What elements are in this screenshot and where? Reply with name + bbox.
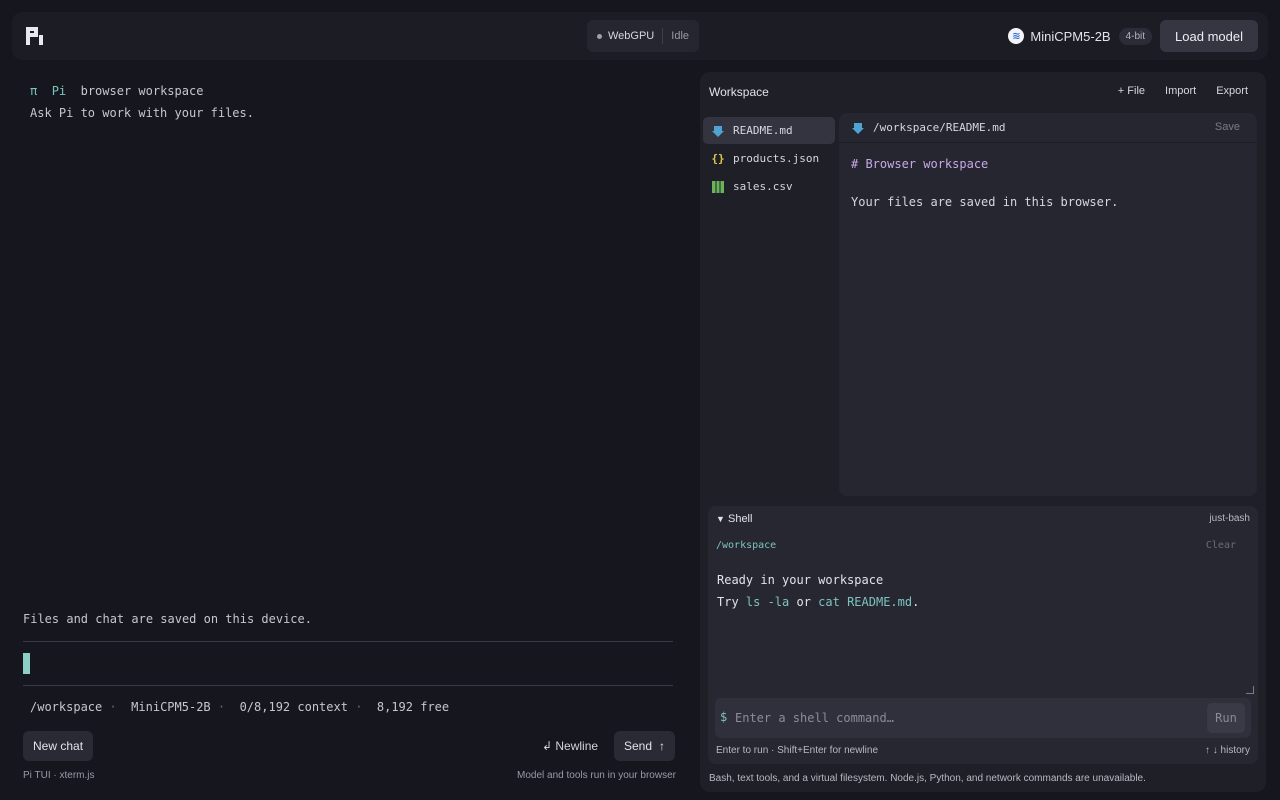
arrow-up-icon: ↑ (659, 739, 666, 753)
file-editor: /workspace/README.md Save # Browser work… (839, 113, 1257, 496)
workspace-title: Workspace (709, 85, 769, 99)
import-button[interactable]: Import (1165, 85, 1196, 97)
top-bar: WebGPU Idle ≋ MiniCPM5-2B 4-bit Load mod… (12, 12, 1268, 60)
send-label: Send (624, 739, 653, 753)
clear-button[interactable]: Clear (1206, 540, 1236, 551)
divider (23, 641, 673, 642)
triangle-down-icon: ▼ (716, 514, 725, 524)
terminal-intro: Ask Pi to work with your files. (30, 106, 254, 120)
runtime-status: WebGPU Idle (587, 20, 700, 52)
status-free: 8,192 free (376, 700, 450, 714)
shell-panel: ▼ Shell just-bash /workspace Clear Ready… (708, 506, 1258, 764)
markdown-icon (851, 121, 865, 135)
status-cwd: /workspace (30, 700, 103, 714)
status-dot-icon (597, 33, 602, 39)
pi-symbol: π (30, 84, 38, 98)
run-button[interactable]: Run (1207, 703, 1245, 733)
table-icon (711, 180, 725, 194)
shell-hint: Enter to run · Shift+Enter for newline (716, 745, 879, 756)
divider (23, 685, 673, 686)
save-button[interactable]: Save (1215, 121, 1240, 133)
terminal-status-line: /workspace · MiniCPM5-2B · 0/8,192 conte… (30, 700, 450, 714)
shell-command-input[interactable] (735, 706, 1205, 730)
shell-toggle[interactable]: ▼ Shell (716, 513, 752, 525)
shell-cwd: /workspace (716, 540, 777, 551)
saved-note: Files and chat are saved on this device. (23, 612, 312, 626)
banner-subtitle: browser workspace (80, 84, 204, 98)
quantization-badge: 4-bit (1118, 27, 1153, 45)
file-item-readme[interactable]: README.md (703, 117, 835, 144)
footer-tech: Pi TUI · xterm.js (23, 770, 95, 781)
status-context: 0/8,192 context (239, 700, 348, 714)
json-icon: {} (711, 152, 725, 165)
resize-handle[interactable] (1246, 686, 1254, 694)
history-hint: ↑ ↓ history (1204, 745, 1250, 756)
add-file-button[interactable]: + File (1118, 85, 1145, 97)
workspace-panel: Workspace + File Import Export README.md… (700, 72, 1266, 792)
file-item-products[interactable]: {} products.json (703, 145, 835, 172)
file-name: README.md (733, 124, 793, 137)
model-area: ≋ MiniCPM5-2B 4-bit Load model (1008, 20, 1258, 52)
prompt-symbol: $ (720, 710, 728, 724)
terminal-cursor[interactable] (23, 653, 30, 674)
file-name: sales.csv (733, 180, 793, 193)
shell-title: Shell (727, 513, 753, 525)
workspace-footer: Bash, text tools, and a virtual filesyst… (709, 773, 1146, 784)
status-model: MiniCPM5-2B (131, 700, 211, 714)
file-list: README.md {} products.json sales.csv (703, 117, 835, 201)
backend-label: WebGPU (608, 30, 655, 42)
export-button[interactable]: Export (1216, 85, 1248, 97)
file-item-sales[interactable]: sales.csv (703, 173, 835, 200)
pi-logo-icon (26, 27, 44, 45)
shell-output: Ready in your workspace Try ls -la or ca… (717, 573, 920, 609)
editor-heading: # Browser workspace (851, 157, 989, 171)
editor-header: /workspace/README.md Save (839, 113, 1257, 143)
shell-input-box: $ Run (715, 698, 1251, 738)
terminal-banner: π Pi browser workspace (30, 84, 203, 98)
editor-text: Your files are saved in this browser. (851, 195, 1119, 209)
load-model-button[interactable]: Load model (1160, 20, 1258, 52)
state-label: Idle (671, 30, 690, 42)
pi-name: Pi (51, 84, 67, 98)
workspace-actions: + File Import Export (1118, 85, 1248, 97)
editor-textarea[interactable]: # Browser workspace Your files are saved… (839, 143, 1257, 224)
footer-note: Model and tools run in your browser (517, 770, 676, 781)
newline-button[interactable]: ↲ Newline (542, 739, 598, 753)
model-name: MiniCPM5-2B (1030, 28, 1111, 44)
shell-tag: just-bash (1209, 513, 1250, 524)
model-logo-icon: ≋ (1008, 28, 1025, 44)
file-name: products.json (733, 152, 820, 165)
markdown-icon (711, 124, 725, 138)
editor-path: /workspace/README.md (873, 121, 1006, 134)
new-chat-button[interactable]: New chat (23, 731, 94, 761)
send-button[interactable]: Send ↑ (614, 731, 676, 761)
